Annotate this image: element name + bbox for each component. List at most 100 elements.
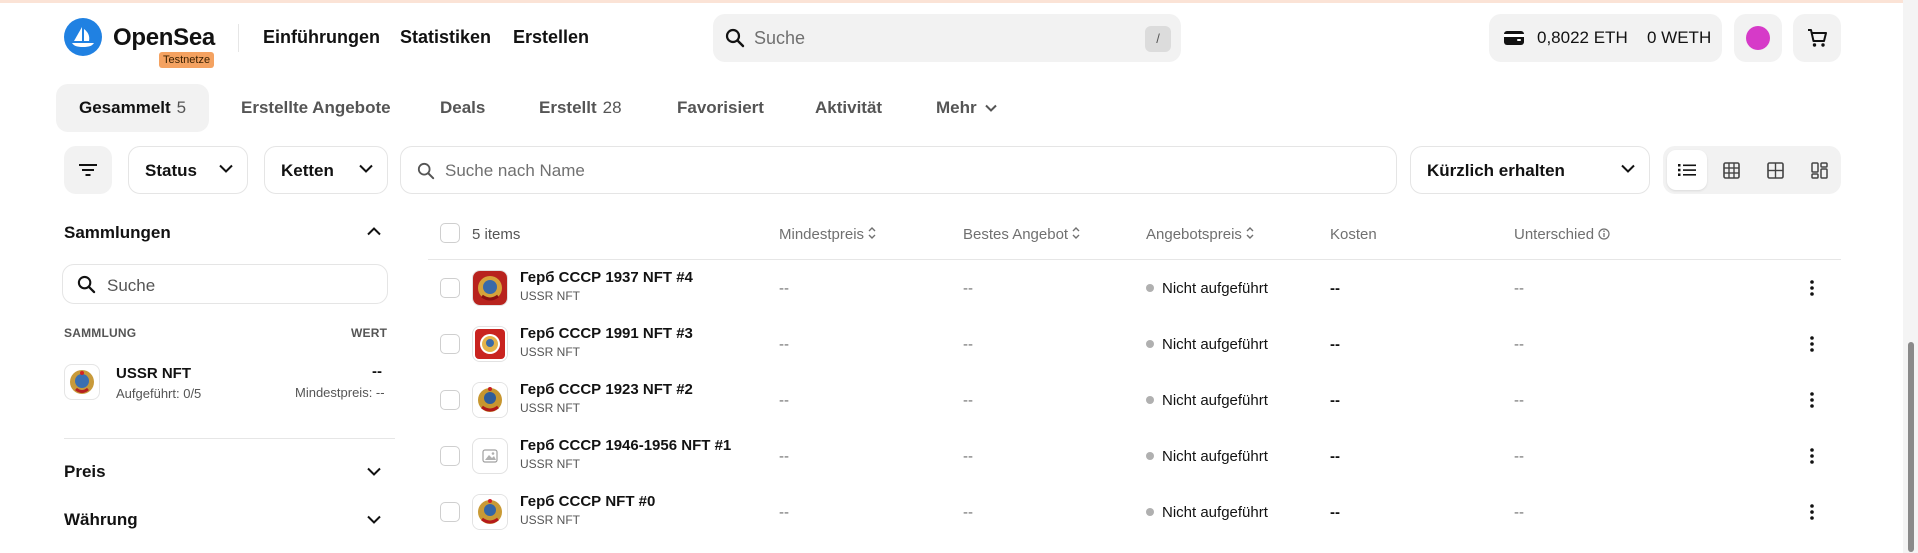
brand-name[interactable]: OpenSea [113, 24, 215, 52]
nft-thumbnail[interactable] [472, 438, 508, 474]
row-checkbox[interactable] [440, 390, 460, 410]
chevron-down-icon[interactable] [367, 515, 381, 524]
table-row[interactable]: Герб СССР 1937 NFT #4 USSR NFT -- -- Nic… [428, 260, 1841, 316]
nft-name[interactable]: Герб СССР 1937 NFT #4 [520, 269, 693, 286]
nft-thumbnail[interactable] [472, 270, 508, 306]
status-dropdown[interactable]: Status [128, 146, 248, 194]
row-checkbox[interactable] [440, 334, 460, 354]
tab-collected[interactable]: Gesammelt 5 [56, 84, 210, 132]
wallet-eth: 0,8022 ETH [1537, 28, 1628, 47]
nft-name[interactable]: Герб СССР 1923 NFT #2 [520, 381, 693, 398]
cost-cell: -- [1330, 448, 1340, 465]
nft-thumbnail[interactable] [472, 326, 508, 362]
status-dot-icon [1146, 284, 1154, 292]
nav-create[interactable]: Erstellen [513, 27, 589, 48]
status-dot-icon [1146, 452, 1154, 460]
difference-cell: -- [1514, 280, 1524, 297]
cost-cell: -- [1330, 392, 1340, 409]
nft-thumbnail[interactable] [472, 494, 508, 530]
view-mode-group [1663, 146, 1841, 194]
nft-collection: USSR NFT [520, 513, 580, 527]
collection-floor: Mindestpreis: -- [295, 385, 385, 400]
nft-thumbnail[interactable] [472, 382, 508, 418]
collection-thumbnail[interactable] [64, 364, 100, 400]
best-offer-header[interactable]: Bestes Angebot [963, 226, 1080, 243]
row-menu-button[interactable] [1802, 390, 1822, 410]
table-row[interactable]: Герб СССР NFT #0 USSR NFT -- -- Nicht au… [428, 484, 1841, 540]
collection-value: -- [372, 363, 382, 380]
tab-favorited[interactable]: Favorisiert [654, 84, 787, 132]
chevron-down-icon [219, 164, 233, 173]
listing-status: Nicht aufgeführt [1146, 448, 1268, 465]
chevron-down-icon [985, 104, 998, 112]
masonry-view-button[interactable] [1799, 150, 1839, 190]
chains-dropdown[interactable]: Ketten [264, 146, 388, 194]
list-view-button[interactable] [1667, 150, 1707, 190]
select-all-checkbox[interactable] [440, 223, 460, 243]
wallet-balance-button[interactable]: 0,8022 ETH 0 WETH [1489, 14, 1722, 62]
difference-header: Unterschied [1514, 226, 1610, 243]
row-menu-button[interactable] [1802, 502, 1822, 522]
nft-collection: USSR NFT [520, 457, 580, 471]
emblem-icon [473, 271, 507, 305]
collection-search-input[interactable]: Suche [62, 264, 388, 304]
tab-offers-made[interactable]: Erstellte Angebote [218, 84, 414, 132]
sort-icon [1246, 227, 1254, 239]
tab-created[interactable]: Erstellt 28 [516, 84, 645, 132]
chevron-down-icon[interactable] [367, 467, 381, 476]
tab-activity[interactable]: Aktivität [792, 84, 905, 132]
sidebar-divider [64, 438, 395, 439]
collections-heading[interactable]: Sammlungen [64, 223, 171, 243]
info-icon[interactable] [1598, 228, 1610, 240]
avatar [1746, 26, 1770, 50]
tab-count: 28 [602, 98, 622, 117]
testnet-badge: Testnetze [159, 52, 215, 68]
name-search-input[interactable]: Suche nach Name [400, 146, 1397, 194]
sort-dropdown[interactable]: Kürzlich erhalten [1410, 146, 1650, 194]
collection-name[interactable]: USSR NFT [116, 365, 191, 382]
nft-collection: USSR NFT [520, 289, 580, 303]
row-checkbox[interactable] [440, 502, 460, 522]
opensea-logo-icon[interactable] [64, 18, 102, 56]
best-offer-cell: -- [963, 280, 973, 297]
more-vertical-icon [1810, 392, 1814, 408]
filter-toggle-button[interactable] [64, 146, 112, 194]
currency-filter-heading[interactable]: Währung [64, 510, 138, 530]
tab-more[interactable]: Mehr [913, 84, 1020, 132]
row-checkbox[interactable] [440, 446, 460, 466]
nft-name[interactable]: Герб СССР 1991 NFT #3 [520, 325, 693, 342]
profile-button[interactable] [1734, 14, 1782, 62]
wallet-weth: 0 WETH [1647, 28, 1712, 47]
scrollbar-thumb[interactable] [1908, 342, 1914, 552]
search-icon [725, 28, 745, 48]
emblem-icon [473, 495, 507, 529]
nft-name[interactable]: Герб СССР 1946-1956 NFT #1 [520, 437, 731, 454]
collection-listed: Aufgeführt: 0/5 [116, 386, 202, 401]
cart-button[interactable] [1793, 14, 1841, 62]
floor-header[interactable]: Mindestpreis [779, 226, 876, 243]
row-menu-button[interactable] [1802, 446, 1822, 466]
listing-price-header[interactable]: Angebotspreis [1146, 226, 1254, 243]
row-checkbox[interactable] [440, 278, 460, 298]
header-divider [238, 24, 239, 52]
tab-deals[interactable]: Deals [417, 84, 508, 132]
collection-search-placeholder: Suche [107, 276, 156, 295]
table-row[interactable]: Герб СССР 1991 NFT #3 USSR NFT -- -- Nic… [428, 316, 1841, 372]
small-grid-button[interactable] [1711, 150, 1751, 190]
status-dot-icon [1146, 508, 1154, 516]
grid-large-icon [1766, 161, 1784, 179]
nav-drops[interactable]: Einführungen [263, 27, 380, 48]
table-row[interactable]: Герб СССР 1946-1956 NFT #1 USSR NFT -- -… [428, 428, 1841, 484]
price-filter-heading[interactable]: Preis [64, 462, 106, 482]
global-search-input[interactable]: Suche / [713, 14, 1181, 62]
difference-cell: -- [1514, 504, 1524, 521]
floor-cell: -- [779, 392, 789, 409]
nav-stats[interactable]: Statistiken [400, 27, 491, 48]
row-menu-button[interactable] [1802, 278, 1822, 298]
cost-cell: -- [1330, 504, 1340, 521]
table-row[interactable]: Герб СССР 1923 NFT #2 USSR NFT -- -- Nic… [428, 372, 1841, 428]
row-menu-button[interactable] [1802, 334, 1822, 354]
nft-name[interactable]: Герб СССР NFT #0 [520, 493, 655, 510]
chevron-up-icon[interactable] [367, 227, 381, 236]
large-grid-button[interactable] [1755, 150, 1795, 190]
